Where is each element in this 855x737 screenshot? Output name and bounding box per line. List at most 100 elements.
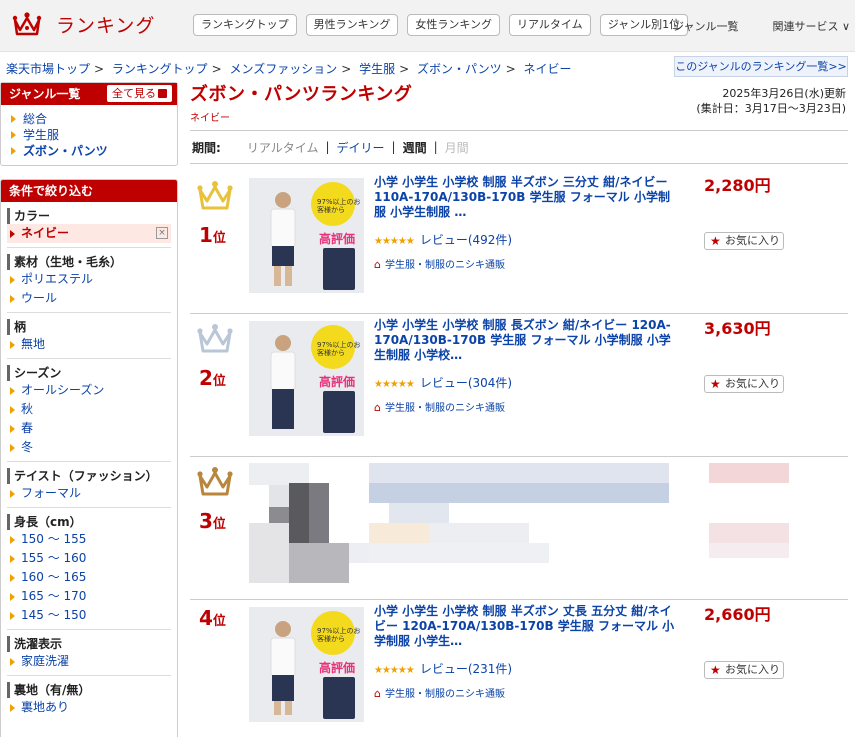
arrow-icon — [10, 612, 15, 620]
rating-stars: ★★★★★ — [374, 665, 415, 676]
filter-item-navy[interactable]: ネイビー × — [7, 224, 171, 243]
rank-value: 3 — [199, 509, 213, 533]
filter-item[interactable]: オールシーズン — [7, 381, 171, 400]
shop-link[interactable]: ⌂ 学生服・制服のニシキ通販 — [374, 685, 505, 700]
filter-section-title: テイスト（ファッション） — [7, 468, 171, 484]
breadcrumb-item[interactable]: 学生服 — [359, 62, 395, 76]
product-thumbnail[interactable]: 97%以上のお客様から 高評価 — [249, 178, 364, 293]
shop-house-icon: ⌂ — [374, 401, 381, 414]
filter-item[interactable]: 秋 — [7, 400, 171, 419]
filter-item[interactable]: 145 ～ 150 — [7, 606, 171, 625]
clear-filter-icon[interactable]: × — [156, 227, 168, 239]
nav-realtime-button[interactable]: リアルタイム — [509, 14, 591, 36]
breadcrumb-item[interactable]: ランキングトップ — [112, 62, 208, 76]
product-name-link[interactable]: 小学 小学生 小学校 制服 長ズボン 紺/ネイビー 120A-170A/130B… — [374, 318, 679, 363]
breadcrumb: 楽天市場トップ > ランキングトップ > メンズファッション > 学生服 > ズボン・パ… — [6, 62, 572, 76]
filter-item[interactable]: 150 ～ 155 — [7, 530, 171, 549]
filter-item[interactable]: ポリエステル — [7, 270, 171, 289]
review-link[interactable]: レビュー(492件) — [420, 233, 512, 247]
filter-section-title: カラー — [7, 208, 171, 224]
breadcrumb-item[interactable]: 楽天市場トップ — [6, 62, 90, 76]
nav-genre-list-link[interactable]: ジャンル一覧 — [673, 18, 738, 34]
rank-value: 1 — [199, 223, 213, 247]
breadcrumb-item[interactable]: メンズファッション — [229, 62, 337, 76]
arrow-icon — [11, 147, 16, 155]
filter-section-title: 素材（生地・毛糸） — [7, 254, 171, 270]
arrow-icon — [10, 341, 15, 349]
filter-item[interactable]: 無地 — [7, 335, 171, 354]
filter-item[interactable]: 165 ～ 170 — [7, 587, 171, 606]
filter-item[interactable]: 家庭洗濯 — [7, 652, 171, 671]
shop-name: 学生服・制服のニシキ通販 — [384, 689, 505, 700]
filter-item[interactable]: 裏地あり — [7, 698, 171, 717]
rating: ★★★★★ レビュー(304件) — [374, 374, 512, 391]
see-all-label: 全て見る — [112, 87, 156, 100]
ranking-item-blurred: 3位 — [190, 457, 848, 600]
main-content: ズボン・パンツランキング ネイビー 2025年3月26日(水)更新 (集計日：3… — [190, 80, 848, 722]
genre-item-all[interactable]: 総合 — [9, 111, 177, 127]
filter-item[interactable]: 冬 — [7, 438, 171, 457]
arrow-icon — [11, 115, 16, 123]
arrow-icon — [10, 593, 15, 601]
favorite-button[interactable]: ★ お気に入り — [704, 232, 784, 250]
top-bar: ランキング ランキングトップ 男性ランキング 女性ランキング リアルタイム ジャ… — [0, 0, 855, 52]
filter-section-season: シーズン オールシーズン 秋 春 冬 — [1, 365, 177, 462]
filter-item[interactable]: 155 ～ 160 — [7, 549, 171, 568]
price: 2,280円 — [704, 176, 771, 195]
arrow-icon — [11, 131, 16, 139]
shop-link[interactable]: ⌂ 学生服・制服のニシキ通販 — [374, 399, 505, 414]
filter-box: 条件で絞り込む カラー ネイビー × 素材（生地・毛糸） ポリエステル ウール 柄… — [0, 179, 178, 737]
logo[interactable]: ランキング — [12, 10, 155, 38]
favorite-button[interactable]: ★ お気に入り — [704, 661, 784, 679]
filter-section-material: 素材（生地・毛糸） ポリエステル ウール — [1, 254, 177, 313]
genre-item-label: 学生服 — [23, 128, 60, 142]
breadcrumb-item[interactable]: ズボン・パンツ — [417, 62, 502, 76]
nav-related-services-link[interactable]: 関連サービス ∨ — [772, 18, 850, 34]
ranking-item: 1位 97%以上のお客様から 高評価 小学 小学生 小学校 制服 半ズボン 三分… — [190, 171, 848, 314]
product-thumbnail[interactable]: 97%以上のお客様から 高評価 — [249, 607, 364, 722]
filter-item[interactable]: 160 ～ 165 — [7, 568, 171, 587]
genre-item-gakuseifuku[interactable]: 学生服 — [9, 127, 177, 143]
genre-ranking-list-link[interactable]: このジャンルのランキング一覧>> — [674, 56, 848, 77]
see-all-button[interactable]: 全て見る — [107, 85, 172, 102]
period-daily[interactable]: デイリー — [337, 139, 385, 156]
arrow-icon — [10, 230, 15, 238]
filter-item-label: 裏地あり — [21, 700, 70, 714]
expand-icon — [158, 89, 167, 98]
filter-item-label: オールシーズン — [21, 383, 105, 397]
blurred-content — [249, 463, 799, 585]
filter-section-taste: テイスト（ファッション） フォーマル — [1, 468, 177, 508]
rank-suffix: 位 — [212, 374, 226, 389]
filter-item[interactable]: 春 — [7, 419, 171, 438]
genre-item-label: ズボン・パンツ — [23, 144, 108, 158]
period-selector: 期間: リアルタイム | デイリー | 週間 | 月間 — [190, 130, 848, 164]
price: 3,630円 — [704, 319, 771, 338]
review-link[interactable]: レビュー(231件) — [420, 662, 512, 676]
review-link[interactable]: レビュー(304件) — [420, 376, 512, 390]
nav-ranking-top-button[interactable]: ランキングトップ — [193, 14, 297, 36]
genre-item-pants[interactable]: ズボン・パンツ — [9, 143, 177, 159]
arrow-icon — [10, 555, 15, 563]
filter-item[interactable]: ウール — [7, 289, 171, 308]
product-thumbnail[interactable]: 97%以上のお客様から 高評価 — [249, 321, 364, 436]
filter-section-pattern: 柄 無地 — [1, 319, 177, 359]
filter-item-label: 165 ～ 170 — [21, 589, 87, 603]
filter-header: 条件で絞り込む — [1, 180, 177, 202]
thumb-hyoka-text: 高評価 — [319, 661, 356, 675]
arrow-icon — [10, 295, 15, 303]
breadcrumb-item[interactable]: ネイビー — [524, 62, 572, 76]
product-name-link[interactable]: 小学 小学生 小学校 制服 半ズボン 丈長 五分丈 紺/ネイビー 120A-17… — [374, 604, 679, 649]
thumb-badge-text: 97%以上のお客様から — [317, 627, 361, 643]
rank-number: 4位 — [199, 606, 226, 630]
rank-value: 2 — [199, 366, 213, 390]
filter-item[interactable]: フォーマル — [7, 484, 171, 503]
period-realtime[interactable]: リアルタイム — [247, 139, 319, 156]
star-icon: ★ — [710, 377, 721, 391]
product-name-link[interactable]: 小学 小学生 小学校 制服 半ズボン 三分丈 紺/ネイビー 110A-170A/… — [374, 175, 679, 220]
nav-men-ranking-button[interactable]: 男性ランキング — [305, 14, 399, 36]
shop-link[interactable]: ⌂ 学生服・制服のニシキ通販 — [374, 256, 505, 271]
nav-women-ranking-button[interactable]: 女性ランキング — [407, 14, 501, 36]
updated-info: 2025年3月26日(水)更新 (集計日：3月17日～3月23日) — [696, 86, 846, 116]
favorite-button[interactable]: ★ お気に入り — [704, 375, 784, 393]
logo-text: ランキング — [56, 14, 156, 37]
